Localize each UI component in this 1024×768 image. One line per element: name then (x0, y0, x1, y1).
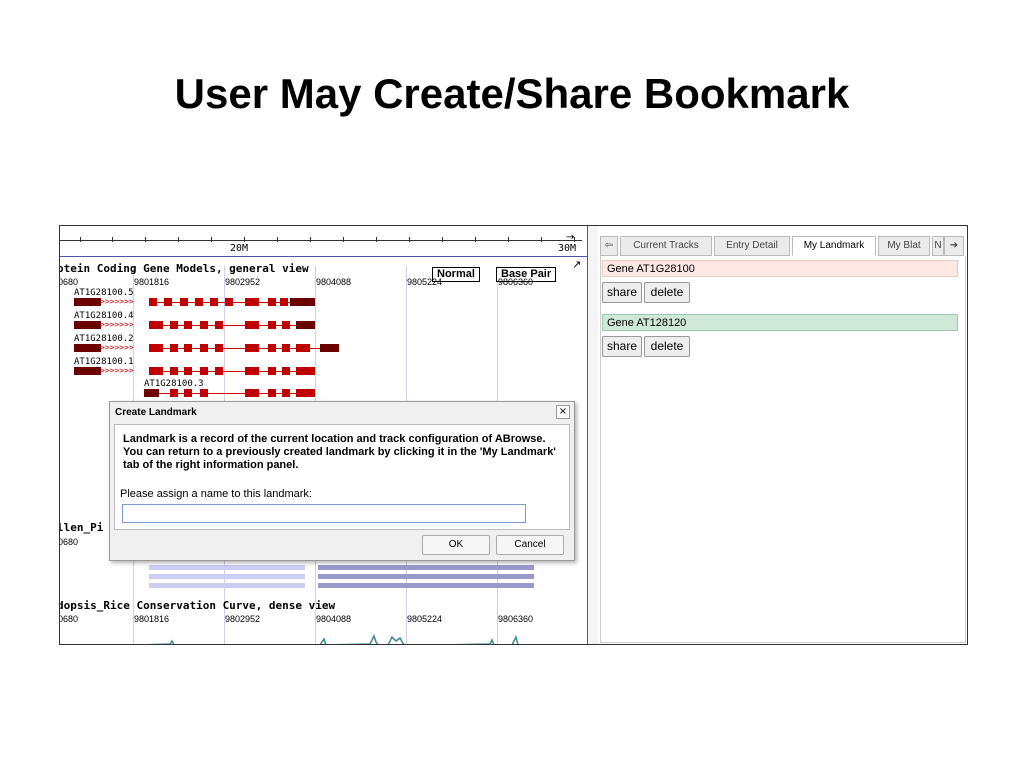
tab-scroll-left-icon[interactable]: ⇦ (600, 236, 618, 256)
coord-label: 0680 (60, 614, 79, 624)
conservation-curve (147, 634, 519, 644)
ruler-tick (244, 237, 245, 242)
share-button[interactable]: share (602, 336, 642, 357)
coord-label: 9806360 (498, 277, 534, 287)
coord-label: 9805224 (407, 614, 443, 624)
close-icon[interactable]: × (556, 405, 570, 419)
ruler-tick (508, 237, 509, 242)
ruler-tick (145, 237, 146, 242)
track-title-conservation[interactable]: dopsis_Rice Conservation Curve, dense vi… (60, 599, 335, 612)
coord-label: 9801816 (134, 277, 170, 287)
expand-icon[interactable]: ↗ (572, 258, 581, 271)
coord-label: 9801816 (134, 614, 170, 624)
landmark-entry[interactable]: Gene AT1G28100 (602, 260, 958, 277)
ruler-tick (277, 237, 278, 242)
coord-label: 9802952 (225, 614, 261, 624)
coord-label: 0680 (60, 537, 79, 547)
delete-button[interactable]: delete (644, 336, 690, 357)
ruler-tick (310, 237, 311, 242)
coord-label: 9802952 (225, 277, 261, 287)
ok-button[interactable]: OK (422, 535, 490, 555)
ruler-tick (376, 237, 377, 242)
ruler-label-20m: 20M (230, 243, 249, 254)
create-landmark-dialog: Create Landmark × Landmark is a record o… (109, 401, 575, 561)
ruler-tick (80, 237, 81, 242)
tab-entry-detail[interactable]: Entry Detail (714, 236, 790, 256)
coord-label: 9804088 (316, 614, 352, 624)
coord-label: 9806360 (498, 614, 534, 624)
ruler-tick (541, 237, 542, 242)
coord-label: 0680 (60, 277, 79, 287)
tab-current-tracks[interactable]: Current Tracks (620, 236, 712, 256)
ruler-tick (409, 237, 410, 242)
tab-my-landmark[interactable]: My Landmark (792, 236, 876, 256)
track-title-gene-models[interactable]: otein Coding Gene Models, general view (60, 262, 309, 275)
landmark-entry[interactable]: Gene AT128120 (602, 314, 958, 331)
landmark-name-input[interactable] (122, 504, 526, 523)
track-title-pollen[interactable]: llen_Pi (60, 521, 103, 534)
ruler-arrow-icon: → (566, 232, 575, 243)
ruler-label-30m: 30M (558, 243, 577, 254)
delete-button[interactable]: delete (644, 282, 690, 303)
ruler-line (60, 240, 582, 241)
chromosome-ruler[interactable]: 20M 30M → (60, 226, 587, 257)
ruler-tick (475, 237, 476, 242)
dialog-description: Landmark is a record of the current loca… (123, 433, 556, 471)
panel-tabs: ⇦ Current Tracks Entry Detail My Landmar… (600, 236, 964, 256)
browser-screenshot: 20M 30M → otein Coding Gene Models, gene… (59, 225, 968, 645)
slide-title: User May Create/Share Bookmark (174, 70, 850, 117)
gene-label[interactable]: AT1G28100.3 (144, 379, 204, 389)
ruler-tick (112, 237, 113, 242)
dialog-title: Create Landmark (115, 407, 197, 418)
tab-scroll-right-icon[interactable]: ➔ (944, 236, 964, 256)
dialog-body: Landmark is a record of the current loca… (114, 424, 570, 530)
ruler-tick (442, 237, 443, 242)
share-button[interactable]: share (602, 282, 642, 303)
tab-truncated[interactable]: N (932, 236, 944, 256)
ruler-tick (211, 237, 212, 242)
ruler-tick (343, 237, 344, 242)
ruler-tick (178, 237, 179, 242)
landmark-name-label: Please assign a name to this landmark: (120, 488, 312, 500)
info-panel: ⇦ Current Tracks Entry Detail My Landmar… (598, 226, 967, 644)
coord-label: 9805224 (407, 277, 443, 287)
genome-view[interactable]: 20M 30M → otein Coding Gene Models, gene… (60, 226, 588, 644)
cancel-button[interactable]: Cancel (496, 535, 564, 555)
coord-label: 9804088 (316, 277, 352, 287)
tab-my-blat[interactable]: My Blat (878, 236, 930, 256)
